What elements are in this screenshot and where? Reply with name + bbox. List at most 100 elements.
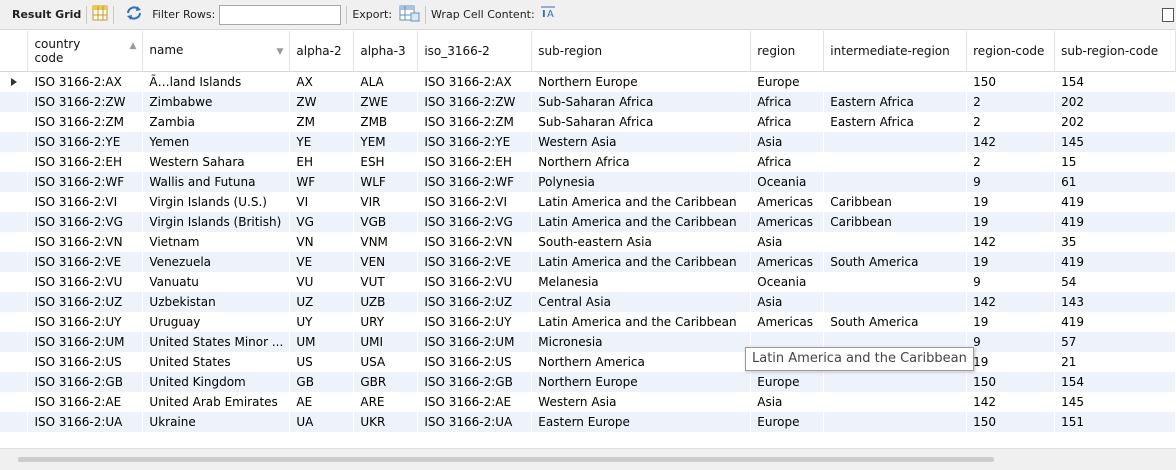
table-cell[interactable]: ISO 3166-2:AX	[28, 72, 143, 93]
table-cell[interactable]: Latin America and the Caribbean	[531, 212, 751, 232]
table-row[interactable]: ISO 3166-2:EH Western Sahara EH ESH ISO 3166…	[0, 152, 1176, 172]
table-cell[interactable]	[824, 152, 967, 172]
table-cell[interactable]: Caribbean	[824, 192, 967, 212]
table-cell[interactable]: WF	[289, 172, 354, 192]
table-cell[interactable]: 19	[967, 192, 1055, 212]
table-cell[interactable]	[823, 412, 967, 432]
table-cell[interactable]: South America	[823, 252, 967, 272]
table-cell[interactable]: Eastern Africa	[823, 92, 967, 112]
table-cell[interactable]: 2	[967, 112, 1055, 132]
table-cell[interactable]: South America	[824, 312, 967, 332]
table-cell[interactable]: Wallis and Futuna	[142, 172, 290, 192]
table-row[interactable]: ISO 3166-2:ZW Zimbabwe ZW ZWE ISO 3166-2:ZW S…	[0, 92, 1176, 112]
table-cell[interactable]	[823, 132, 967, 152]
refresh-icon[interactable]	[125, 5, 143, 24]
row-gutter[interactable]	[0, 132, 28, 152]
table-cell[interactable]: ISO 3166-2:ZW	[417, 92, 532, 112]
table-cell[interactable]: ISO 3166-2:ZM	[418, 112, 532, 132]
table-cell[interactable]: United States Minor ...	[142, 332, 290, 352]
table-cell[interactable]: Latin America and the Caribbean	[532, 192, 751, 212]
table-cell[interactable]: YE	[289, 132, 354, 152]
table-cell[interactable]: ISO 3166-2:AE	[28, 392, 143, 412]
table-cell[interactable]: United Kingdom	[142, 372, 290, 392]
table-cell[interactable]: 21	[1055, 352, 1176, 372]
column-header-iso-3166-2[interactable]: iso_3166-2	[417, 31, 533, 72]
table-cell[interactable]	[824, 232, 967, 252]
table-cell[interactable]: 202	[1054, 92, 1176, 112]
grid-icon[interactable]	[92, 5, 108, 24]
table-cell[interactable]: 202	[1055, 112, 1176, 132]
table-cell[interactable]: ESH	[354, 152, 418, 172]
table-cell[interactable]: ISO 3166-2:VU	[418, 272, 532, 292]
row-gutter[interactable]	[0, 252, 28, 272]
table-cell[interactable]: ISO 3166-2:ZM	[28, 112, 143, 132]
row-gutter[interactable]	[0, 412, 28, 432]
table-cell[interactable]: ISO 3166-2:UZ	[417, 292, 532, 312]
sort-descending-icon[interactable]: ▼	[276, 45, 283, 59]
table-cell[interactable]: ISO 3166-2:US	[418, 352, 532, 372]
table-cell[interactable]: Virgin Islands (U.S.)	[143, 192, 290, 212]
table-cell[interactable]: ISO 3166-2:US	[28, 352, 143, 372]
table-cell[interactable]: Melanesia	[532, 272, 751, 292]
table-cell[interactable]: Asia	[750, 132, 824, 152]
table-cell[interactable]: Zambia	[143, 112, 290, 132]
table-cell[interactable]: ZM	[290, 112, 354, 132]
table-cell[interactable]: VEN	[353, 252, 418, 272]
table-cell[interactable]: Northern Europe	[532, 72, 751, 93]
row-gutter[interactable]	[0, 112, 28, 132]
table-cell[interactable]: Sub-Saharan Africa	[531, 92, 751, 112]
table-cell[interactable]: ISO 3166-2:VU	[28, 272, 143, 292]
table-row[interactable]: ISO 3166-2:VU Vanuatu VU VUT ISO 3166-2:VU Me…	[0, 272, 1176, 292]
table-cell[interactable]: EH	[290, 152, 354, 172]
table-cell[interactable]: Latin America and the Caribbean	[532, 312, 751, 332]
table-cell[interactable]: 35	[1055, 232, 1176, 252]
table-cell[interactable]: 419	[1054, 252, 1176, 272]
table-cell[interactable]: Sub-Saharan Africa	[532, 112, 751, 132]
table-cell[interactable]: 419	[1054, 212, 1176, 232]
table-cell[interactable]: ISO 3166-2:WF	[27, 172, 143, 192]
horizontal-scrollbar[interactable]	[0, 448, 1176, 470]
table-cell[interactable]	[824, 272, 967, 292]
row-gutter[interactable]	[0, 352, 28, 372]
table-cell[interactable]: ISO 3166-2:UY	[418, 312, 532, 332]
column-header-alpha-3[interactable]: alpha-3	[353, 31, 419, 72]
table-cell[interactable]: 142	[967, 392, 1055, 412]
table-cell[interactable]: Europe	[750, 412, 824, 432]
horizontal-scrollbar-thumb[interactable]	[18, 457, 994, 462]
table-cell[interactable]: AX	[290, 72, 354, 93]
table-cell[interactable]: USA	[354, 352, 418, 372]
table-cell[interactable]: 142	[966, 132, 1055, 152]
table-cell[interactable]: Venezuela	[142, 252, 290, 272]
table-cell[interactable]: AE	[290, 392, 354, 412]
table-cell[interactable]: VI	[290, 192, 354, 212]
table-cell[interactable]: ISO 3166-2:UA	[417, 412, 532, 432]
table-cell[interactable]: ISO 3166-2:VN	[28, 232, 143, 252]
table-cell[interactable]: Americas	[750, 212, 824, 232]
table-cell[interactable]: 419	[1055, 192, 1176, 212]
row-gutter[interactable]	[0, 192, 28, 212]
table-cell[interactable]: Vietnam	[143, 232, 290, 252]
table-cell[interactable]: UA	[289, 412, 354, 432]
table-row[interactable]: ISO 3166-2:UY Uruguay UY URY ISO 3166-2:UY La…	[0, 312, 1176, 332]
table-row[interactable]: ISO 3166-2:VE Venezuela VE VEN ISO 3166-2:VE…	[0, 252, 1176, 272]
table-cell[interactable]: 145	[1055, 392, 1176, 412]
table-row[interactable]: ISO 3166-2:WF Wallis and Futuna WF WLF ISO 3…	[0, 172, 1176, 192]
column-header-sub-region-code[interactable]: sub-region-code	[1054, 31, 1176, 72]
row-gutter[interactable]	[0, 372, 28, 392]
table-cell[interactable]: VNM	[354, 232, 418, 252]
table-row[interactable]: ISO 3166-2:ZM Zambia ZM ZMB ISO 3166-2:ZM Sub…	[0, 112, 1176, 132]
table-row[interactable]: ISO 3166-2:VG Virgin Islands (British) VG V…	[0, 212, 1176, 232]
column-header-region-code[interactable]: region-code	[966, 31, 1056, 72]
table-cell[interactable]: US	[290, 352, 354, 372]
table-cell[interactable]: Americas	[751, 312, 824, 332]
table-row[interactable]: ISO 3166-2:US United States US USA ISO 3166-…	[0, 352, 1176, 372]
table-cell[interactable]: Ukraine	[142, 412, 290, 432]
table-row[interactable]: ISO 3166-2:UA Ukraine UA UKR ISO 3166-2:UA Ea…	[0, 412, 1176, 432]
table-cell[interactable]: 151	[1054, 412, 1176, 432]
table-cell[interactable]: ISO 3166-2:ZW	[27, 92, 143, 112]
table-cell[interactable]: ISO 3166-2:UM	[27, 332, 143, 352]
table-cell[interactable]: Asia	[751, 392, 824, 412]
table-cell[interactable]: 150	[966, 372, 1055, 392]
table-cell[interactable]: Virgin Islands (British)	[142, 212, 290, 232]
table-cell[interactable]: 19	[967, 312, 1055, 332]
